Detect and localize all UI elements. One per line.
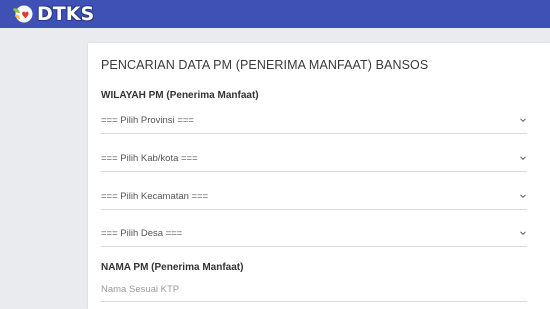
kecamatan-select[interactable]: === Pilih Kecamatan === <box>101 183 527 210</box>
wilayah-label: WILAYAH PM (Penerima Manfaat) <box>101 90 259 101</box>
page-title: PENCARIAN DATA PM (PENERIMA MANFAAT) BAN… <box>101 58 429 72</box>
chevron-down-icon <box>520 194 526 199</box>
logo-text: DTKS <box>37 3 95 25</box>
desa-select-value: === Pilih Desa === <box>101 228 183 239</box>
chevron-down-icon <box>520 156 526 161</box>
nama-field[interactable] <box>101 277 527 302</box>
kabkota-select[interactable]: === Pilih Kab/kota === <box>101 145 527 172</box>
provinsi-select[interactable]: === Pilih Provinsi === <box>101 107 527 134</box>
chevron-down-icon <box>520 231 526 236</box>
search-card: PENCARIAN DATA PM (PENERIMA MANFAAT) BAN… <box>88 43 550 309</box>
dtks-logo[interactable]: DTKS <box>10 3 94 25</box>
chevron-down-icon <box>520 118 526 123</box>
dtks-logo-icon <box>10 4 36 24</box>
nama-label: NAMA PM (Penerima Manfaat) <box>101 262 244 273</box>
nama-input[interactable] <box>101 281 521 297</box>
top-bar: DTKS <box>0 0 550 28</box>
desa-select[interactable]: === Pilih Desa === <box>101 220 527 247</box>
provinsi-select-value: === Pilih Provinsi === <box>101 115 194 126</box>
kecamatan-select-value: === Pilih Kecamatan === <box>101 191 209 202</box>
kabkota-select-value: === Pilih Kab/kota === <box>101 153 198 164</box>
